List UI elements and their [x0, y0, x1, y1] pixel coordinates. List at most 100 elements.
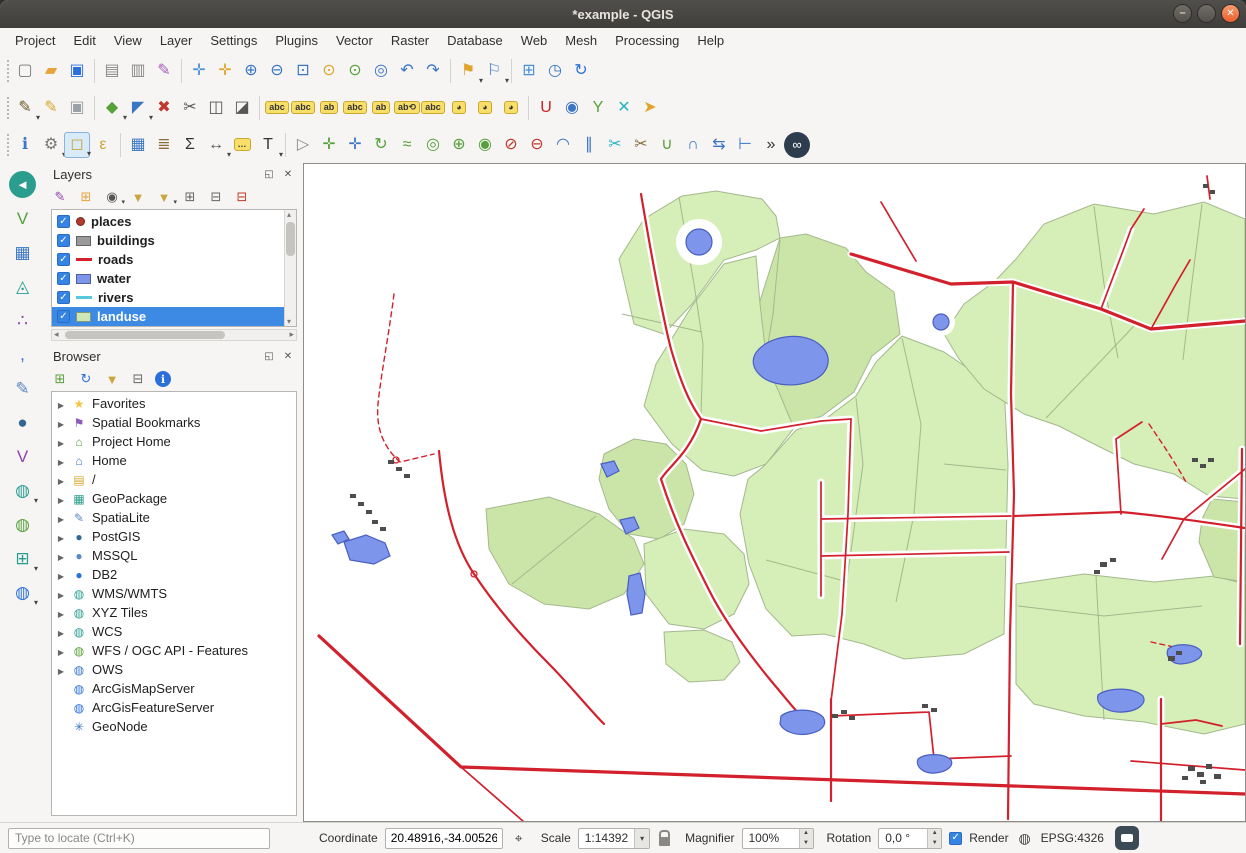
delete-selected-button[interactable]: ✖ — [151, 95, 177, 121]
add-postgis-layer-button[interactable]: ● — [9, 409, 36, 436]
new-project-button[interactable]: ▢ — [12, 58, 38, 84]
style-manager-button[interactable]: ✎ — [151, 58, 177, 84]
crs-globe-icon[interactable]: ◍ — [1016, 830, 1034, 847]
layer-row[interactable]: buildings — [52, 231, 284, 250]
measure-line-button[interactable]: ↔ — [203, 132, 229, 158]
minimize-button[interactable] — [1173, 4, 1192, 23]
pan-map-button[interactable]: ✛ — [186, 58, 212, 84]
layer-visibility-checkbox[interactable] — [57, 291, 70, 304]
add-mesh-layer-button[interactable]: ◬ — [9, 273, 36, 300]
pan-to-selection-button[interactable]: ✛ — [212, 58, 238, 84]
layer-diagram-options-button[interactable]: ◕ — [446, 95, 472, 121]
locator-input[interactable] — [8, 828, 270, 849]
expand-arrow-icon[interactable] — [56, 662, 66, 677]
run-feature-action-button[interactable]: ⚙ — [38, 132, 64, 158]
reverse-line-button[interactable]: ⇆ — [706, 132, 732, 158]
menu-item[interactable]: View — [105, 30, 151, 51]
new-spatial-bookmark-button[interactable]: ⚑ — [455, 58, 481, 84]
expand-arrow-icon[interactable] — [56, 491, 66, 506]
save-layer-edits-button[interactable]: ▣ — [64, 95, 90, 121]
expand-arrow-icon[interactable] — [56, 434, 66, 449]
browser-item[interactable]: ⌂ Home — [52, 451, 296, 470]
show-unplaced-labels-button[interactable]: ◉ — [559, 95, 585, 121]
zoom-to-selection-button[interactable]: ⊙ — [316, 58, 342, 84]
add-group-button[interactable]: ⊞ — [77, 188, 95, 206]
zoom-in-button[interactable]: ⊕ — [238, 58, 264, 84]
move-label-button[interactable]: ab — [368, 95, 394, 121]
field-calculator-button[interactable]: ≣ — [151, 132, 177, 158]
open-attribute-table-button[interactable]: ▦ — [125, 132, 151, 158]
maximize-button[interactable] — [1197, 4, 1216, 23]
map-canvas[interactable] — [303, 163, 1246, 822]
expand-arrow-icon[interactable] — [56, 605, 66, 620]
refresh-map-button[interactable]: ↻ — [568, 58, 594, 84]
expand-arrow-icon[interactable] — [56, 415, 66, 430]
current-edits-button[interactable]: ✎ — [12, 95, 38, 121]
show-spatial-bookmarks-button[interactable]: ⚐ — [481, 58, 507, 84]
refresh-browser-button[interactable]: ↻ — [77, 370, 95, 388]
zoom-native-resolution-button[interactable]: ◎ — [368, 58, 394, 84]
delete-part-button[interactable]: ⊖ — [524, 132, 550, 158]
add-feature-button[interactable]: ◆ — [99, 95, 125, 121]
open-data-source-manager-button[interactable]: ◄ — [9, 171, 36, 198]
text-annotation-button[interactable]: T — [255, 132, 281, 158]
show-hide-diagrams-button[interactable]: ◕ — [498, 95, 524, 121]
browser-item[interactable]: ✎ SpatiaLite — [52, 508, 296, 527]
add-selected-layers-button[interactable]: ⊞ — [51, 370, 69, 388]
zoom-full-extent-button[interactable]: ⊡ — [290, 58, 316, 84]
fill-ring-button[interactable]: ◉ — [472, 132, 498, 158]
expand-arrow-icon[interactable] — [56, 529, 66, 544]
temporal-controller-button[interactable]: ◷ — [542, 58, 568, 84]
browser-item[interactable]: ▤ / — [52, 470, 296, 489]
add-point-cloud-layer-button[interactable]: ∴ — [9, 307, 36, 334]
browser-panel-close-button[interactable] — [281, 349, 295, 363]
expand-arrow-icon[interactable] — [56, 548, 66, 563]
properties-widget-button[interactable]: ℹ — [155, 371, 171, 387]
filter-browser-button[interactable]: ▼ — [103, 370, 121, 388]
magnifier-spinbox[interactable]: 100% ▲▼ — [742, 828, 814, 849]
select-features-button[interactable]: ◻ — [64, 132, 90, 158]
menu-item[interactable]: Database — [438, 30, 512, 51]
move-feature-button[interactable]: ✛ — [316, 132, 342, 158]
menu-item[interactable]: Project — [6, 30, 64, 51]
layer-visibility-checkbox[interactable] — [57, 215, 70, 228]
map-tips-button[interactable]: … — [229, 132, 255, 158]
add-virtual-layer-button[interactable]: V — [9, 443, 36, 470]
browser-item[interactable]: ◍ WFS / OGC API - Features — [52, 641, 296, 660]
paste-features-button[interactable]: ◪ — [229, 95, 255, 121]
highlight-pinned-labels-button[interactable]: abc — [290, 95, 316, 121]
expand-arrow-icon[interactable] — [56, 586, 66, 601]
digitize-with-curve-button[interactable]: ➤ — [637, 95, 663, 121]
open-layer-styling-button[interactable]: ✎ — [51, 188, 69, 206]
collapse-all-browser-button[interactable]: ⊟ — [129, 370, 147, 388]
render-checkbox[interactable] — [949, 832, 962, 845]
vertex-tool-button[interactable]: ◤ — [125, 95, 151, 121]
menu-item[interactable]: Edit — [64, 30, 104, 51]
layer-row[interactable]: places — [52, 212, 284, 231]
layer-row[interactable]: water — [52, 269, 284, 288]
add-arcgis-layer-button[interactable]: ◍ — [9, 579, 36, 606]
layer-visibility-checkbox[interactable] — [57, 253, 70, 266]
expand-arrow-icon[interactable] — [56, 624, 66, 639]
scrollbar-thumb[interactable] — [286, 222, 295, 256]
expand-arrow-icon[interactable] — [56, 453, 66, 468]
expand-arrow-icon[interactable] — [56, 681, 66, 696]
add-wms-layer-button[interactable]: ◍ — [9, 477, 36, 504]
expand-arrow-icon[interactable] — [56, 719, 66, 734]
layout-manager-button[interactable]: ▥ — [125, 58, 151, 84]
menu-item[interactable]: Processing — [606, 30, 688, 51]
browser-item[interactable]: ◍ WCS — [52, 622, 296, 641]
layer-row[interactable]: roads — [52, 250, 284, 269]
layer-row[interactable]: landuse — [52, 307, 284, 326]
expand-arrow-icon[interactable] — [56, 396, 66, 411]
crs-status[interactable]: EPSG:4326 — [1041, 831, 1104, 845]
new-map-view-button[interactable]: ⊞ — [516, 58, 542, 84]
browser-panel-float-button[interactable] — [262, 349, 276, 363]
zoom-next-button[interactable]: ↷ — [420, 58, 446, 84]
browser-item[interactable]: ● DB2 — [52, 565, 296, 584]
change-label-properties-button[interactable]: abc — [420, 95, 446, 121]
identify-features-button[interactable]: ℹ — [12, 132, 38, 158]
split-features-button[interactable]: ✂ — [602, 132, 628, 158]
titlebar[interactable]: *example - QGIS — [0, 0, 1246, 28]
lock-scale-icon[interactable] — [659, 837, 670, 846]
